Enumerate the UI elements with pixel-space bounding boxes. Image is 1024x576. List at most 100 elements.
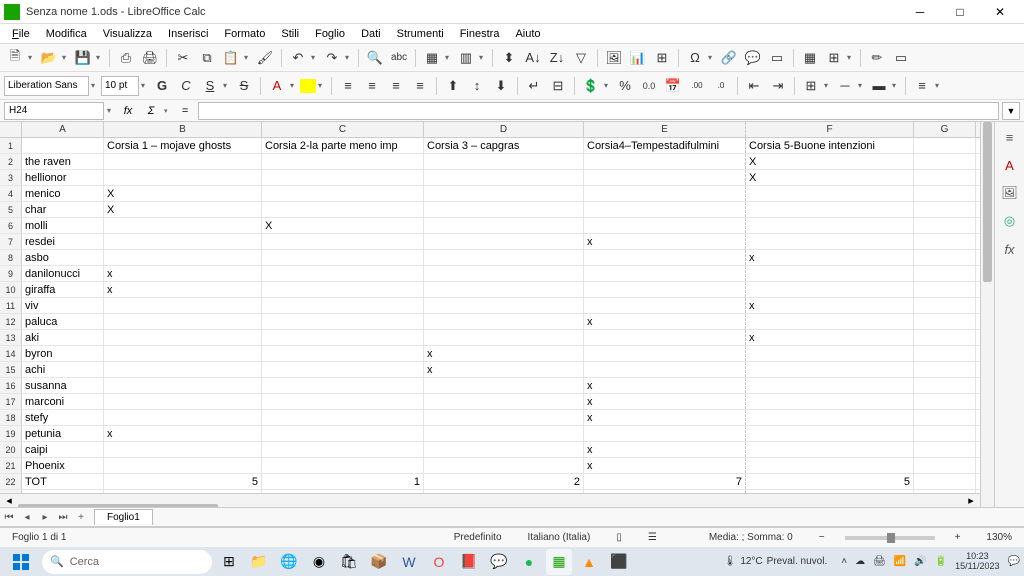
cell[interactable]: [584, 266, 746, 281]
opera-icon[interactable]: O: [426, 549, 452, 575]
status-insert-mode[interactable]: ▯: [610, 532, 628, 543]
cell[interactable]: [262, 250, 424, 265]
save-icon[interactable]: 💾: [72, 47, 94, 69]
col-header-a[interactable]: A: [22, 122, 104, 137]
row-header[interactable]: 1: [0, 138, 22, 153]
row-header[interactable]: 3: [0, 170, 22, 185]
align-bottom-icon[interactable]: ⬇: [490, 75, 512, 97]
align-top-icon[interactable]: ⬆: [442, 75, 464, 97]
app-icon-1[interactable]: 📕: [456, 549, 482, 575]
row-header[interactable]: 19: [0, 426, 22, 441]
cell[interactable]: [262, 170, 424, 185]
cell[interactable]: [584, 218, 746, 233]
cell[interactable]: [914, 330, 976, 345]
dropbox-icon[interactable]: 📦: [366, 549, 392, 575]
start-button[interactable]: [4, 549, 38, 575]
cell[interactable]: [104, 346, 262, 361]
cut-icon[interactable]: ✂: [172, 47, 194, 69]
cond-format-icon[interactable]: ≡: [911, 75, 933, 97]
row-header[interactable]: 11: [0, 298, 22, 313]
cell[interactable]: [746, 282, 914, 297]
cell[interactable]: [746, 410, 914, 425]
cell[interactable]: [584, 346, 746, 361]
row-icon[interactable]: ▦: [421, 47, 443, 69]
col-header-f[interactable]: F: [746, 122, 914, 137]
cell[interactable]: [746, 314, 914, 329]
tray-clock[interactable]: 10:23 15/11/2023: [955, 552, 999, 572]
highlight-icon[interactable]: [300, 79, 316, 93]
cell[interactable]: [914, 266, 976, 281]
col-header-d[interactable]: D: [424, 122, 584, 137]
italic-icon[interactable]: C: [175, 75, 197, 97]
menu-file[interactable]: File: [4, 26, 38, 42]
add-decimal-icon[interactable]: .00: [686, 75, 708, 97]
cell[interactable]: x: [104, 266, 262, 281]
underline-icon[interactable]: S: [199, 75, 221, 97]
cell[interactable]: [584, 154, 746, 169]
row-header[interactable]: 8: [0, 250, 22, 265]
cell[interactable]: danilonucci: [22, 266, 104, 281]
function-wizard-icon[interactable]: fx: [118, 102, 138, 120]
col-header-e[interactable]: E: [584, 122, 746, 137]
clone-format-icon[interactable]: 🖌: [254, 47, 276, 69]
cell[interactable]: [262, 330, 424, 345]
special-char-icon[interactable]: Ω: [684, 47, 706, 69]
cell[interactable]: [104, 298, 262, 313]
app-icon-3[interactable]: ⬛: [606, 549, 632, 575]
cell[interactable]: [914, 442, 976, 457]
cell[interactable]: x: [584, 410, 746, 425]
cell[interactable]: X: [746, 170, 914, 185]
navigator-icon[interactable]: ◎: [999, 210, 1021, 232]
cell[interactable]: [262, 282, 424, 297]
image-icon[interactable]: 🖼: [603, 47, 625, 69]
cell[interactable]: [746, 218, 914, 233]
cell[interactable]: [424, 282, 584, 297]
cell[interactable]: X: [746, 154, 914, 169]
copy-icon[interactable]: ⧉: [196, 47, 218, 69]
cell[interactable]: char: [22, 202, 104, 217]
bold-icon[interactable]: G: [151, 75, 173, 97]
cell[interactable]: [746, 202, 914, 217]
menu-formato[interactable]: Formato: [216, 26, 273, 42]
cell[interactable]: molli: [22, 218, 104, 233]
cell[interactable]: [424, 266, 584, 281]
cell[interactable]: [584, 298, 746, 313]
cell[interactable]: [424, 202, 584, 217]
align-right-icon[interactable]: ≡: [385, 75, 407, 97]
cell[interactable]: resdei: [22, 234, 104, 249]
menu-strumenti[interactable]: Strumenti: [389, 26, 452, 42]
new-icon[interactable]: 🗎: [4, 47, 26, 69]
cell[interactable]: X: [262, 218, 424, 233]
tray-volume-icon[interactable]: 🔊: [914, 556, 926, 567]
cell[interactable]: [584, 250, 746, 265]
cell[interactable]: X: [104, 202, 262, 217]
cell[interactable]: Corsia 3 – capgras: [424, 138, 584, 153]
row-header[interactable]: 22: [0, 474, 22, 489]
minimize-button[interactable]: ─: [900, 0, 940, 24]
cell[interactable]: [424, 250, 584, 265]
draw-icon[interactable]: ✏: [866, 47, 888, 69]
cell[interactable]: asbo: [22, 250, 104, 265]
font-size-input[interactable]: [101, 76, 139, 96]
cell[interactable]: [746, 458, 914, 473]
cell[interactable]: [262, 298, 424, 313]
app-icon-2[interactable]: 💬: [486, 549, 512, 575]
cell[interactable]: [262, 458, 424, 473]
cell[interactable]: [104, 154, 262, 169]
cell[interactable]: [584, 362, 746, 377]
next-sheet-icon[interactable]: ▸: [36, 508, 54, 526]
cell[interactable]: [746, 186, 914, 201]
col-header-b[interactable]: B: [104, 122, 262, 137]
cell[interactable]: paluca: [22, 314, 104, 329]
borders-icon[interactable]: ⊞: [800, 75, 822, 97]
cell[interactable]: [22, 138, 104, 153]
cell[interactable]: [424, 170, 584, 185]
zoom-slider[interactable]: [845, 536, 935, 540]
cell[interactable]: [584, 170, 746, 185]
tray-battery-icon[interactable]: 🔋: [935, 556, 947, 567]
row-header[interactable]: 18: [0, 410, 22, 425]
header-footer-icon[interactable]: ▭: [766, 47, 788, 69]
cell[interactable]: [914, 378, 976, 393]
undo-icon[interactable]: ↶: [287, 47, 309, 69]
sheet-tab-1[interactable]: Foglio1: [94, 509, 153, 525]
